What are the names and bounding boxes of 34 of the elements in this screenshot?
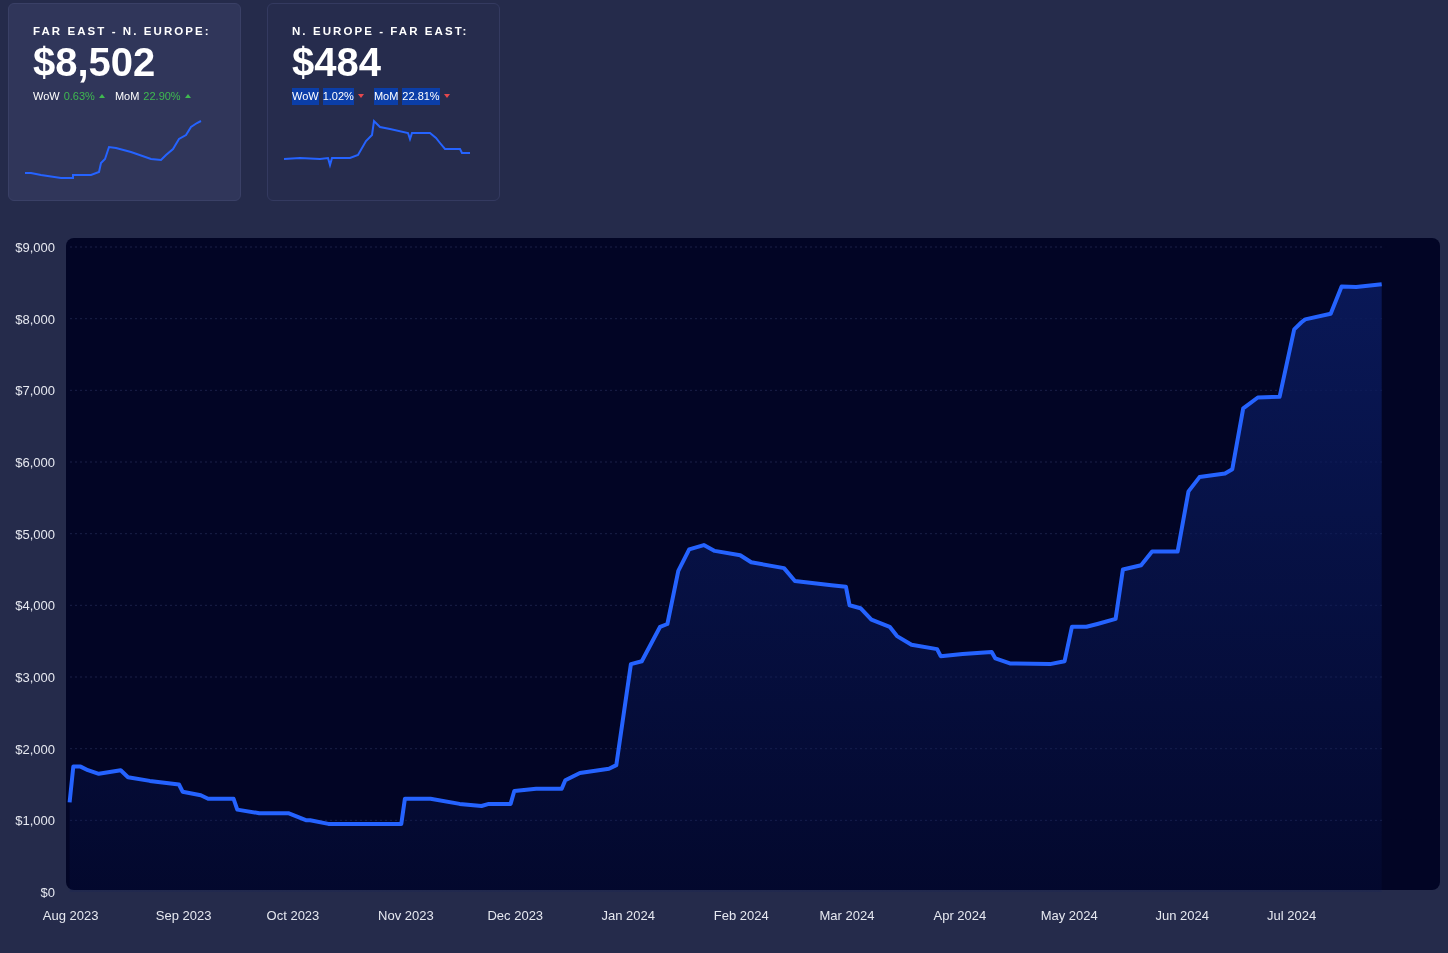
y-tick-label: $1,000 <box>15 813 55 829</box>
x-tick-label: Apr 2024 <box>933 908 987 923</box>
change-percent: 22.81% <box>402 88 440 105</box>
x-tick-label: Jan 2024 <box>601 908 655 923</box>
y-tick-label: $0 <box>40 885 55 900</box>
card-title: N. EUROPE - FAR EAST: <box>292 25 470 38</box>
x-tick-label: Mar 2024 <box>819 908 875 923</box>
x-tick-label: Sep 2023 <box>155 908 212 923</box>
y-tick-label: $8,000 <box>15 311 55 327</box>
change-label: WoW <box>292 88 319 105</box>
x-tick-label: Nov 2023 <box>378 908 434 923</box>
change-percent: 0.63% <box>63 89 95 104</box>
price-value: $8,502 <box>33 40 157 84</box>
x-tick-label: Feb 2024 <box>713 908 769 923</box>
x-tick-label: May 2024 <box>1040 908 1098 923</box>
y-tick-label: $3,000 <box>15 670 55 685</box>
price-value: $484 <box>292 40 382 84</box>
x-tick-label: Aug 2023 <box>42 908 99 923</box>
change-label: WoW <box>33 89 60 104</box>
change-percent: 22.90% <box>143 89 181 104</box>
y-tick-label: $4,000 <box>15 598 55 614</box>
x-tick-label: Jun 2024 <box>1155 908 1209 923</box>
x-tick-label: Jul 2024 <box>1267 908 1317 923</box>
y-tick-label: $9,000 <box>15 240 55 255</box>
x-tick-label: Oct 2023 <box>266 908 320 923</box>
change-label: MoM <box>373 88 399 105</box>
y-tick-label: $5,000 <box>15 526 55 542</box>
x-tick-label: Dec 2023 <box>487 908 544 923</box>
y-tick-label: $6,000 <box>15 455 55 470</box>
change-label: MoM <box>114 89 140 104</box>
y-tick-label: $2,000 <box>15 741 55 757</box>
card-title: FAR EAST - N. EUROPE: <box>33 25 212 38</box>
change-percent: 1.02% <box>322 88 354 105</box>
y-tick-label: $7,000 <box>15 383 55 399</box>
